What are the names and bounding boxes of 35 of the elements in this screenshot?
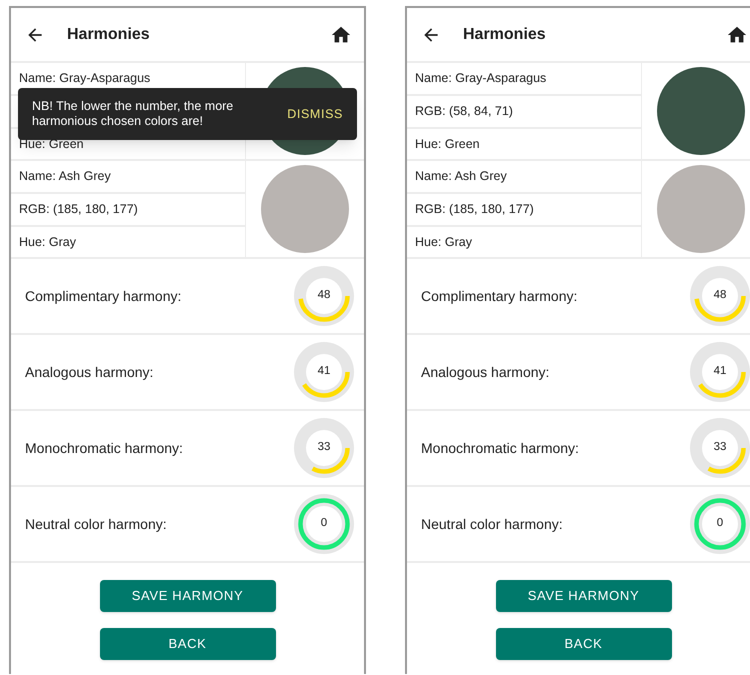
screen-title: Harmonies (67, 24, 150, 44)
color-rgb: RGB: (185, 180, 177) (415, 201, 534, 218)
harmony-label: Analogous harmony: (25, 362, 154, 382)
dismiss-button[interactable]: DISMISS (287, 104, 343, 124)
harmony-label: Complimentary harmony: (25, 286, 182, 306)
harmony-score: 41 (712, 364, 728, 380)
color-hue: Hue: Gray (415, 234, 472, 251)
color-name: Name: Gray-Asparagus (19, 70, 150, 88)
harmony-label: Neutral color harmony: (25, 514, 168, 534)
harmony-label: Complimentary harmony: (421, 286, 578, 306)
harmony-label: Monochromatic harmony: (421, 438, 580, 458)
action-button[interactable]: SAVE HARMONY (496, 580, 672, 612)
color-name: Name: Ash Grey (19, 168, 111, 186)
harmony-score: 48 (712, 288, 728, 304)
harmony-label: Neutral color harmony: (421, 514, 564, 534)
color-hue: Hue: Gray (19, 234, 76, 251)
color-name: Name: Ash Grey (415, 168, 507, 186)
harmony-label: Monochromatic harmony: (25, 438, 184, 458)
color-rgb: RGB: (185, 180, 177) (19, 201, 138, 218)
action-button[interactable]: SAVE HARMONY (100, 580, 276, 612)
color-name: Name: Gray-Asparagus (415, 70, 546, 88)
color-hue: Hue: Green (19, 136, 84, 153)
harmony-score: 0 (320, 516, 328, 532)
harmony-score: 48 (316, 288, 332, 304)
harmony-score: 33 (316, 440, 332, 456)
harmony-score: 0 (716, 516, 724, 532)
harmony-score: 33 (712, 440, 728, 456)
action-button[interactable]: BACK (496, 628, 672, 660)
screen-title: Harmonies (463, 24, 546, 44)
action-button[interactable]: BACK (100, 628, 276, 660)
color-hue: Hue: Green (415, 136, 480, 153)
harmony-score: 41 (316, 364, 332, 380)
color-rgb: RGB: (58, 84, 71) (415, 103, 513, 120)
snackbar-message: NB! The lower the number, the more harmonious chosen colors are! (32, 99, 234, 129)
harmony-label: Analogous harmony: (421, 362, 550, 382)
